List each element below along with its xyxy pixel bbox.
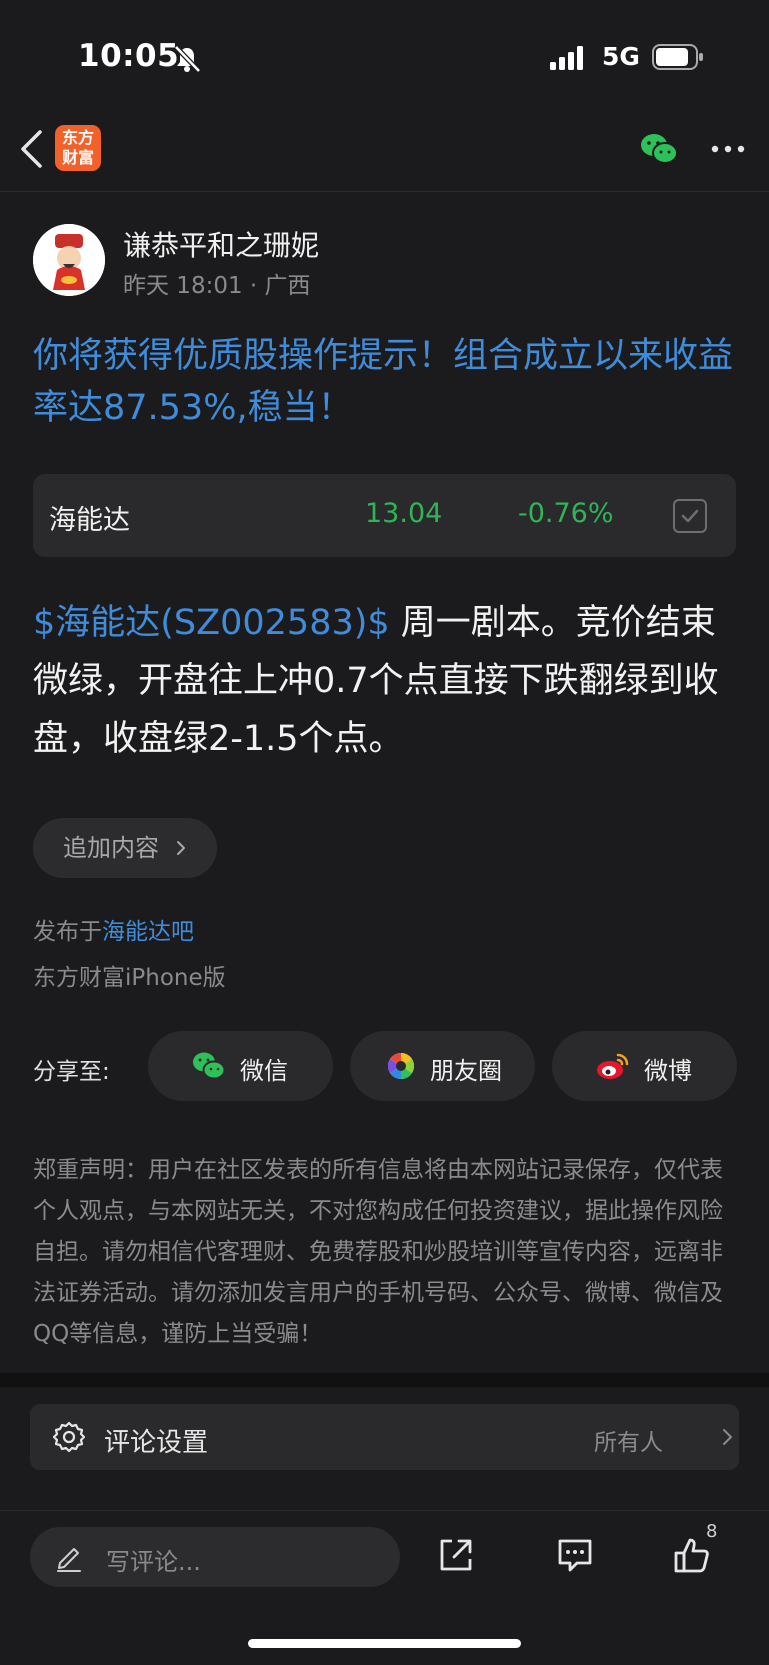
network-type: 5G — [602, 42, 640, 71]
share-label: 分享至: — [33, 1059, 110, 1085]
chevron-right-icon — [177, 841, 185, 855]
nav-bar: 东方 财富 — [0, 110, 769, 192]
watchlist-checkbox[interactable] — [673, 499, 707, 533]
share-moments-label: 朋友圈 — [430, 1057, 502, 1085]
comment-settings-row[interactable]: 评论设置 所有人 — [30, 1404, 739, 1470]
chevron-right-icon — [723, 1429, 732, 1445]
check-icon — [681, 509, 699, 523]
share-external-icon[interactable] — [436, 1535, 476, 1575]
home-indicator[interactable] — [248, 1639, 521, 1648]
gear-icon — [52, 1421, 86, 1453]
like-count: 8 — [706, 1521, 718, 1542]
share-wechat-label: 微信 — [240, 1057, 288, 1085]
logo-line1: 东方 — [61, 128, 94, 147]
comment-icon[interactable] — [555, 1535, 595, 1575]
post-body: $海能达(SZ002583)$ 周一剧本。竞价结束微绿，开盘往上冲0.7个点直接… — [33, 594, 743, 768]
author-name[interactable]: 谦恭平和之珊妮 — [123, 224, 319, 264]
bar-link[interactable]: 海能达吧 — [102, 919, 194, 945]
section-divider — [0, 1373, 769, 1387]
share-weibo-button[interactable]: 微博 — [552, 1031, 737, 1101]
comment-settings-value: 所有人 — [594, 1430, 663, 1456]
comment-placeholder: 写评论... — [106, 1548, 201, 1576]
author-header: 谦恭平和之珊妮 昨天 18:01 · 广西 — [33, 224, 733, 300]
moments-icon — [387, 1052, 415, 1080]
share-weibo-label: 微博 — [644, 1057, 692, 1085]
stock-card[interactable]: 海能达 13.04 -0.76% — [33, 474, 736, 557]
comment-settings-label: 评论设置 — [104, 1428, 209, 1458]
weibo-icon — [597, 1053, 629, 1079]
stock-change: -0.76% — [518, 498, 614, 529]
wechat-share-icon[interactable] — [640, 132, 678, 166]
status-time: 10:05 — [78, 38, 180, 74]
app-logo: 东方 财富 — [55, 125, 101, 171]
bell-muted-icon — [174, 45, 201, 73]
append-content-button[interactable]: 追加内容 — [33, 818, 217, 878]
stock-name: 海能达 — [49, 505, 130, 536]
status-bar: 10:05 5G — [0, 0, 769, 110]
signal-icon — [550, 46, 583, 70]
share-wechat-button[interactable]: 微信 — [148, 1031, 333, 1101]
more-icon[interactable] — [708, 132, 748, 166]
back-icon[interactable] — [16, 128, 46, 170]
logo-line2: 财富 — [61, 148, 94, 167]
comment-input[interactable]: 写评论... — [30, 1527, 400, 1587]
battery-icon — [652, 44, 703, 70]
avatar[interactable] — [33, 224, 105, 296]
disclaimer: 郑重声明：用户在社区发表的所有信息将由本网站记录保存，仅代表个人观点，与本网站无… — [33, 1157, 723, 1347]
stock-tag-link[interactable]: $海能达(SZ002583)$ — [33, 603, 390, 643]
post-title[interactable]: 你将获得优质股操作提示！组合成立以来收益率达87.53%,稳当！ — [33, 330, 743, 434]
publish-info: 发布于海能达吧 — [33, 912, 194, 946]
avatar-image — [33, 224, 105, 296]
pencil-icon — [57, 1548, 81, 1572]
post-meta: 昨天 18:01 · 广西 — [123, 273, 311, 299]
share-moments-button[interactable]: 朋友圈 — [350, 1031, 535, 1101]
device-info: 东方财富iPhone版 — [33, 965, 226, 991]
wechat-icon — [193, 1052, 226, 1080]
stock-price: 13.04 — [365, 498, 443, 529]
publish-prefix: 发布于 — [33, 919, 102, 945]
append-content-label: 追加内容 — [63, 834, 159, 862]
